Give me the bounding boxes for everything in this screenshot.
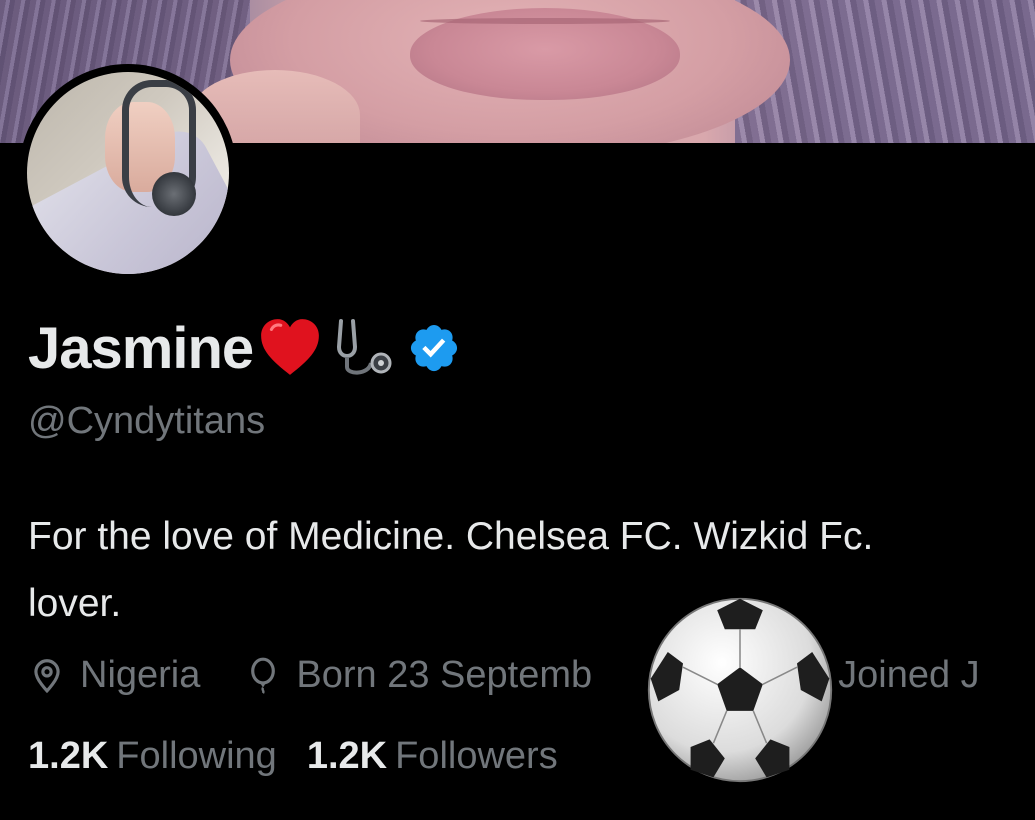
followers-count: 1.2K	[306, 735, 388, 777]
bio-line: For the love of Medicine. Chelsea FC. Wi…	[28, 515, 874, 558]
birthday-item: Born 23 Septemb	[244, 654, 592, 697]
banner-lip-line	[420, 18, 670, 24]
profile-avatar[interactable]	[19, 64, 237, 282]
birthday-text: Born 23 Septemb	[296, 653, 593, 696]
avatar-stethoscope-chestpiece	[152, 172, 196, 216]
profile-bio: For the love of Medicine. Chelsea FC. Wi…	[28, 503, 1035, 637]
following-count: 1.2K	[28, 735, 109, 777]
bio-line: lover.	[28, 582, 122, 625]
follow-stats: 1.2K Following 1.2K Followers	[28, 735, 588, 778]
balloon-icon	[251, 657, 276, 694]
display-name: Jasmine	[28, 315, 254, 381]
username-handle: @Cyndytitans	[28, 400, 266, 442]
followers-link[interactable]: 1.2K Followers	[307, 735, 558, 778]
stethoscope-emoji	[337, 319, 392, 375]
soccer-ball-emoji	[647, 597, 833, 783]
location-text: Nigeria	[80, 653, 201, 696]
profile-meta: Nigeria Born 23 Septemb Joined J	[28, 645, 1024, 705]
location-item: Nigeria	[28, 654, 200, 697]
avatar-photo	[27, 72, 229, 274]
following-link[interactable]: 1.2K Following	[28, 735, 277, 778]
display-name-row: Jasmine	[28, 313, 461, 383]
joined-text: Joined J	[838, 653, 980, 696]
location-icon	[34, 659, 60, 694]
verified-badge-icon[interactable]	[407, 321, 461, 375]
followers-label: Followers	[395, 735, 558, 777]
red-heart-emoji	[261, 319, 320, 375]
following-label: Following	[116, 735, 277, 777]
